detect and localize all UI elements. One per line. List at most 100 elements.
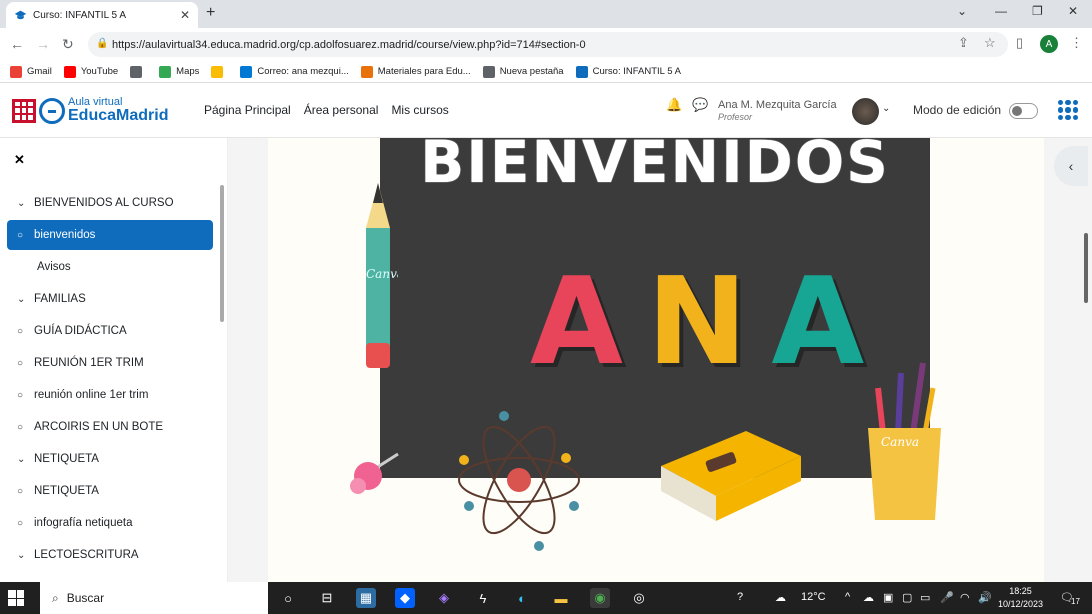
clock[interactable]: 18:25 10/12/2023 (998, 585, 1043, 611)
circle-marker-icon: ○ (17, 229, 24, 241)
power-automate-icon[interactable]: ϟ (473, 588, 493, 608)
bookmark-item[interactable]: Curso: INFANTIL 5 A (575, 65, 681, 78)
url-text: https://aulavirtual34.educa.madrid.org/c… (112, 38, 586, 51)
display-icon[interactable]: ▢ (902, 591, 912, 604)
taskbar-search-box[interactable]: ⌕ Buscar (40, 582, 268, 614)
user-name[interactable]: Ana M. Mezquita García (718, 99, 837, 111)
restore-button[interactable]: ❐ (1032, 4, 1043, 18)
course-index-item[interactable]: ○ reunión online 1er trim (7, 380, 213, 410)
apps-grid-icon[interactable] (1058, 100, 1078, 120)
address-bar-row: ← → ↻ 🔒 https://aulavirtual34.educa.madr… (0, 28, 1092, 61)
educamadrid-logo[interactable]: Aula virtual EducaMadrid (12, 97, 168, 124)
screen-recorder-icon[interactable]: ◎ (629, 588, 649, 608)
lock-icon[interactable]: 🔒 (96, 38, 108, 49)
chevron-down-icon: ⌄ (17, 453, 26, 465)
app-icon[interactable]: ◈ (434, 588, 454, 608)
bookmark-item[interactable]: Materiales para Edu... (360, 65, 471, 78)
back-button[interactable]: ← (10, 36, 24, 52)
course-index-item[interactable]: ○ REUNIÓN 1ER TRIM (7, 348, 213, 378)
bookmark-favicon-icon (360, 65, 373, 78)
onedrive-icon[interactable]: ☁ (863, 591, 874, 604)
course-index-label: FAMILIAS (34, 293, 86, 305)
search-icon: ⌕ (52, 590, 59, 605)
nav-area-personal[interactable]: Área personal (304, 103, 379, 117)
bookmark-label: Correo: ana mezqui... (257, 66, 349, 77)
weather-temperature[interactable]: 12°C (801, 591, 826, 603)
course-index-label: NETIQUETA (34, 485, 99, 497)
store-icon[interactable]: ▦ (356, 588, 376, 608)
file-explorer-icon[interactable]: ▬ (551, 588, 571, 608)
bookmark-item[interactable]: Maps (159, 65, 199, 78)
bookmark-favicon-icon (211, 65, 224, 78)
forward-button[interactable]: → (36, 36, 50, 52)
course-index-item[interactable]: ○ infografía netiqueta (7, 508, 213, 538)
messages-chat-icon[interactable]: 💬 (692, 97, 708, 113)
page-scrollbar[interactable] (1084, 233, 1088, 303)
open-block-drawer-button[interactable]: ‹ (1054, 146, 1088, 186)
chevron-down-icon: ⌄ (17, 549, 26, 561)
drawer-scrollbar[interactable] (220, 185, 224, 322)
user-avatar[interactable] (852, 98, 879, 125)
browser-tab[interactable]: Curso: INFANTIL 5 A ✕ (6, 2, 198, 28)
bookmark-star-icon[interactable]: ☆ (984, 35, 996, 51)
minimize-button[interactable]: — (995, 4, 1007, 18)
bookmark-item[interactable] (130, 65, 147, 78)
battery-icon[interactable]: ▭ (920, 591, 930, 604)
course-index-item[interactable]: Avisos (7, 252, 213, 282)
bookmark-label: Gmail (27, 66, 52, 77)
bookmark-item[interactable]: YouTube (63, 65, 119, 78)
course-index-item[interactable]: ○ ARCOIRIS EN UN BOTE (7, 412, 213, 442)
course-index-label: BIENVENIDOS AL CURSO (34, 197, 174, 209)
reload-button[interactable]: ↻ (62, 36, 74, 53)
nav-mis-cursos[interactable]: Mis cursos (391, 103, 448, 117)
help-icon[interactable]: ? (737, 591, 743, 603)
microphone-icon[interactable]: 🎤 (940, 591, 954, 604)
banner-letter: A (530, 253, 623, 392)
course-index-label: GUÍA DIDÁCTICA (34, 325, 127, 337)
task-view-icon[interactable]: ⊟ (317, 588, 337, 608)
browser-menu-icon[interactable]: ⋮ (1070, 35, 1083, 51)
close-tab-icon[interactable]: ✕ (180, 8, 190, 22)
user-menu-chevron-down-icon[interactable]: ⌄ (882, 103, 890, 114)
bookmark-item[interactable] (211, 65, 228, 78)
share-icon[interactable]: ⇪ (958, 35, 969, 51)
windows-start-icon[interactable] (8, 590, 24, 606)
volume-icon[interactable]: 🔊 (978, 591, 992, 604)
course-index-section[interactable]: ⌄ FAMILIAS (7, 284, 213, 314)
course-index-section[interactable]: ⌄ LECTOESCRITURA (7, 540, 213, 570)
edit-mode-toggle[interactable] (1009, 103, 1038, 119)
book-icon (661, 431, 801, 521)
course-index-label: bienvenidos (34, 229, 96, 241)
url-bar[interactable]: 🔒 https://aulavirtual34.educa.madrid.org… (88, 32, 1008, 57)
course-index-label: Avisos (37, 261, 71, 273)
tray-chevron-up-icon[interactable]: ^ (845, 591, 850, 603)
windows-taskbar: ⌕ Buscar ○ ⊟ ▦ ◆ ◈ ϟ ◐ ▬ ◉ ◎ ? ☁ 12°C ^ … (0, 582, 1092, 614)
side-panel-icon[interactable]: ▯ (1016, 35, 1023, 51)
atom-icon (458, 411, 580, 551)
tab-search-chevron-icon[interactable]: ⌄ (957, 4, 967, 18)
wifi-icon[interactable]: ◠ (960, 591, 970, 604)
chrome-icon[interactable]: ◉ (590, 588, 610, 608)
chevron-down-icon: ⌄ (17, 197, 26, 209)
bookmark-item[interactable]: Nueva pestaña (482, 65, 564, 78)
course-index-section[interactable]: ⌄ NETIQUETA (7, 444, 213, 474)
course-index-item[interactable]: ○ bienvenidos (7, 220, 213, 250)
course-index-item[interactable]: ○ GUÍA DIDÁCTICA (7, 316, 213, 346)
cortana-icon[interactable]: ○ (278, 588, 298, 608)
bookmark-item[interactable]: Correo: ana mezqui... (240, 65, 349, 78)
bookmark-label: YouTube (80, 66, 119, 77)
course-index-label: ARCOIRIS EN UN BOTE (34, 421, 164, 433)
dropbox-icon[interactable]: ◆ (395, 588, 415, 608)
notifications-bell-icon[interactable]: 🔔 (666, 97, 682, 113)
nav-pagina-principal[interactable]: Página Principal (204, 103, 291, 117)
edge-icon[interactable]: ◐ (512, 588, 532, 608)
weather-icon[interactable]: ☁ (775, 591, 786, 604)
bookmark-item[interactable]: Gmail (10, 65, 52, 78)
course-index-item[interactable]: ○ NETIQUETA (7, 476, 213, 506)
new-tab-button[interactable]: + (206, 4, 215, 22)
close-drawer-icon[interactable]: ✕ (14, 152, 25, 168)
meet-icon[interactable]: ▣ (883, 591, 893, 604)
close-window-button[interactable]: ✕ (1068, 4, 1078, 18)
course-index-section[interactable]: ⌄ BIENVENIDOS AL CURSO (7, 188, 213, 218)
profile-avatar[interactable]: A (1040, 35, 1058, 53)
